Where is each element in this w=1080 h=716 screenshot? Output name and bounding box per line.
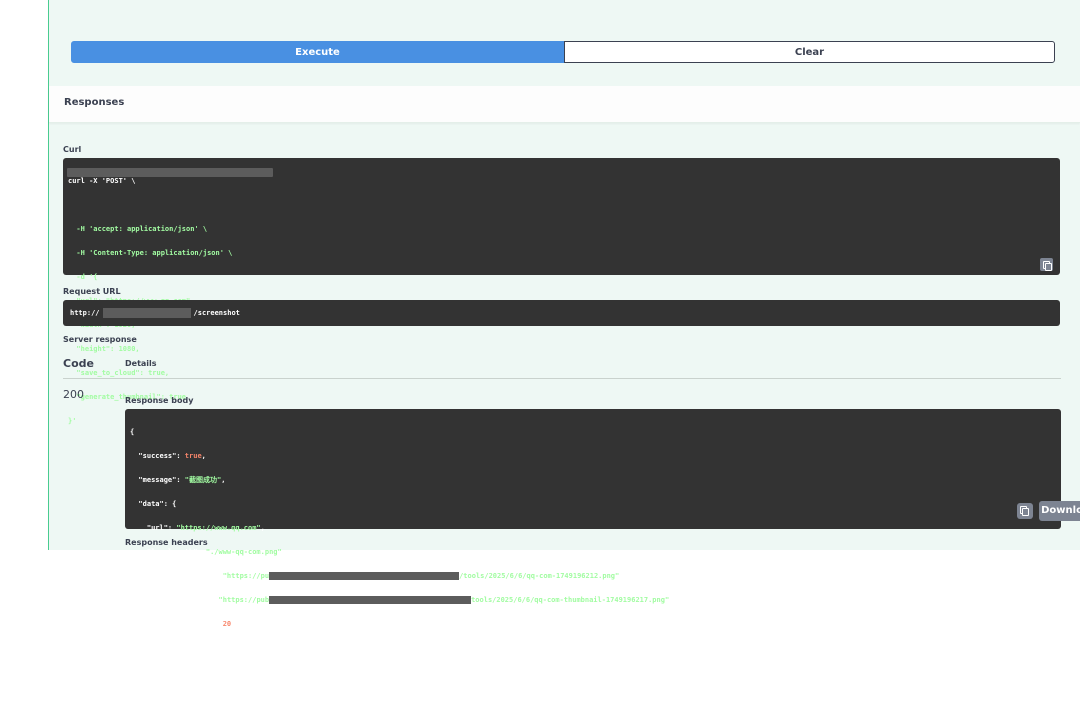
json-line: "screenshot_url": "https://pu/tools/2025… bbox=[130, 572, 624, 580]
responses-title: Responses bbox=[64, 97, 125, 108]
request-url-block: http:// /screenshot bbox=[63, 300, 1060, 326]
curl-line: -d '{ bbox=[68, 273, 98, 281]
json-line: "local_path": "./www-qq-com.png", bbox=[130, 548, 286, 556]
details-column-header: Details bbox=[125, 359, 157, 368]
json-line: "thumbnail_url": "https://pub tools/2025/… bbox=[130, 596, 674, 604]
request-url-prefix: http:// bbox=[70, 309, 100, 317]
operation-panel: Execute Clear Responses Curl curl -X 'PO… bbox=[48, 0, 1080, 676]
json-line: { bbox=[130, 428, 135, 436]
response-body-label: Response body bbox=[125, 396, 194, 405]
execute-button[interactable]: Execute bbox=[71, 41, 564, 63]
json-line: "data": { bbox=[130, 500, 177, 508]
curl-line: "generate_thumbnail": true bbox=[68, 393, 187, 401]
redaction-block bbox=[269, 572, 460, 580]
redaction-block bbox=[269, 596, 472, 604]
curl-line: "save_to_cloud": true, bbox=[68, 369, 170, 377]
request-url-label: Request URL bbox=[63, 287, 121, 296]
curl-label: Curl bbox=[63, 145, 82, 154]
curl-line: -H 'accept: application/json' \ bbox=[68, 225, 208, 233]
curl-line: -H 'Content-Type: application/json' \ bbox=[68, 249, 233, 257]
response-body-block: { "success": true, "message": "截图成功", "d… bbox=[125, 409, 1080, 676]
curl-line: ​ bbox=[68, 201, 1055, 209]
execute-wrapper: Execute Clear bbox=[71, 41, 1055, 63]
clear-button[interactable]: Clear bbox=[564, 41, 1055, 63]
header-divider bbox=[63, 378, 1061, 379]
status-code: 200 bbox=[63, 388, 84, 401]
json-line: "url": "https://www.qq.com", bbox=[130, 524, 265, 532]
server-response-label: Server response bbox=[63, 335, 137, 344]
code-column-header: Code bbox=[63, 357, 94, 370]
clipboard-copy-icon[interactable] bbox=[1017, 503, 1033, 519]
json-line: "execution_time": 20 bbox=[130, 620, 232, 628]
download-button[interactable]: Download bbox=[1039, 501, 1080, 521]
redaction-block bbox=[102, 308, 191, 318]
curl-line: "height": 1080, bbox=[68, 345, 140, 353]
response-headers-label: Response headers bbox=[125, 538, 208, 547]
redaction-block bbox=[67, 168, 273, 177]
json-line: } bbox=[130, 668, 135, 676]
request-url-suffix: /screenshot bbox=[193, 309, 240, 317]
responses-header: Responses bbox=[49, 86, 1080, 123]
json-line: "success": true, bbox=[130, 452, 206, 460]
curl-line: curl -X 'POST' \ bbox=[68, 177, 136, 185]
curl-code-block: curl -X 'POST' \ ​ -H 'accept: applicati… bbox=[63, 158, 1060, 425]
json-line: "message": "截图成功", bbox=[130, 476, 226, 484]
json-line: } bbox=[130, 644, 143, 652]
clipboard-copy-icon[interactable] bbox=[1040, 258, 1053, 271]
